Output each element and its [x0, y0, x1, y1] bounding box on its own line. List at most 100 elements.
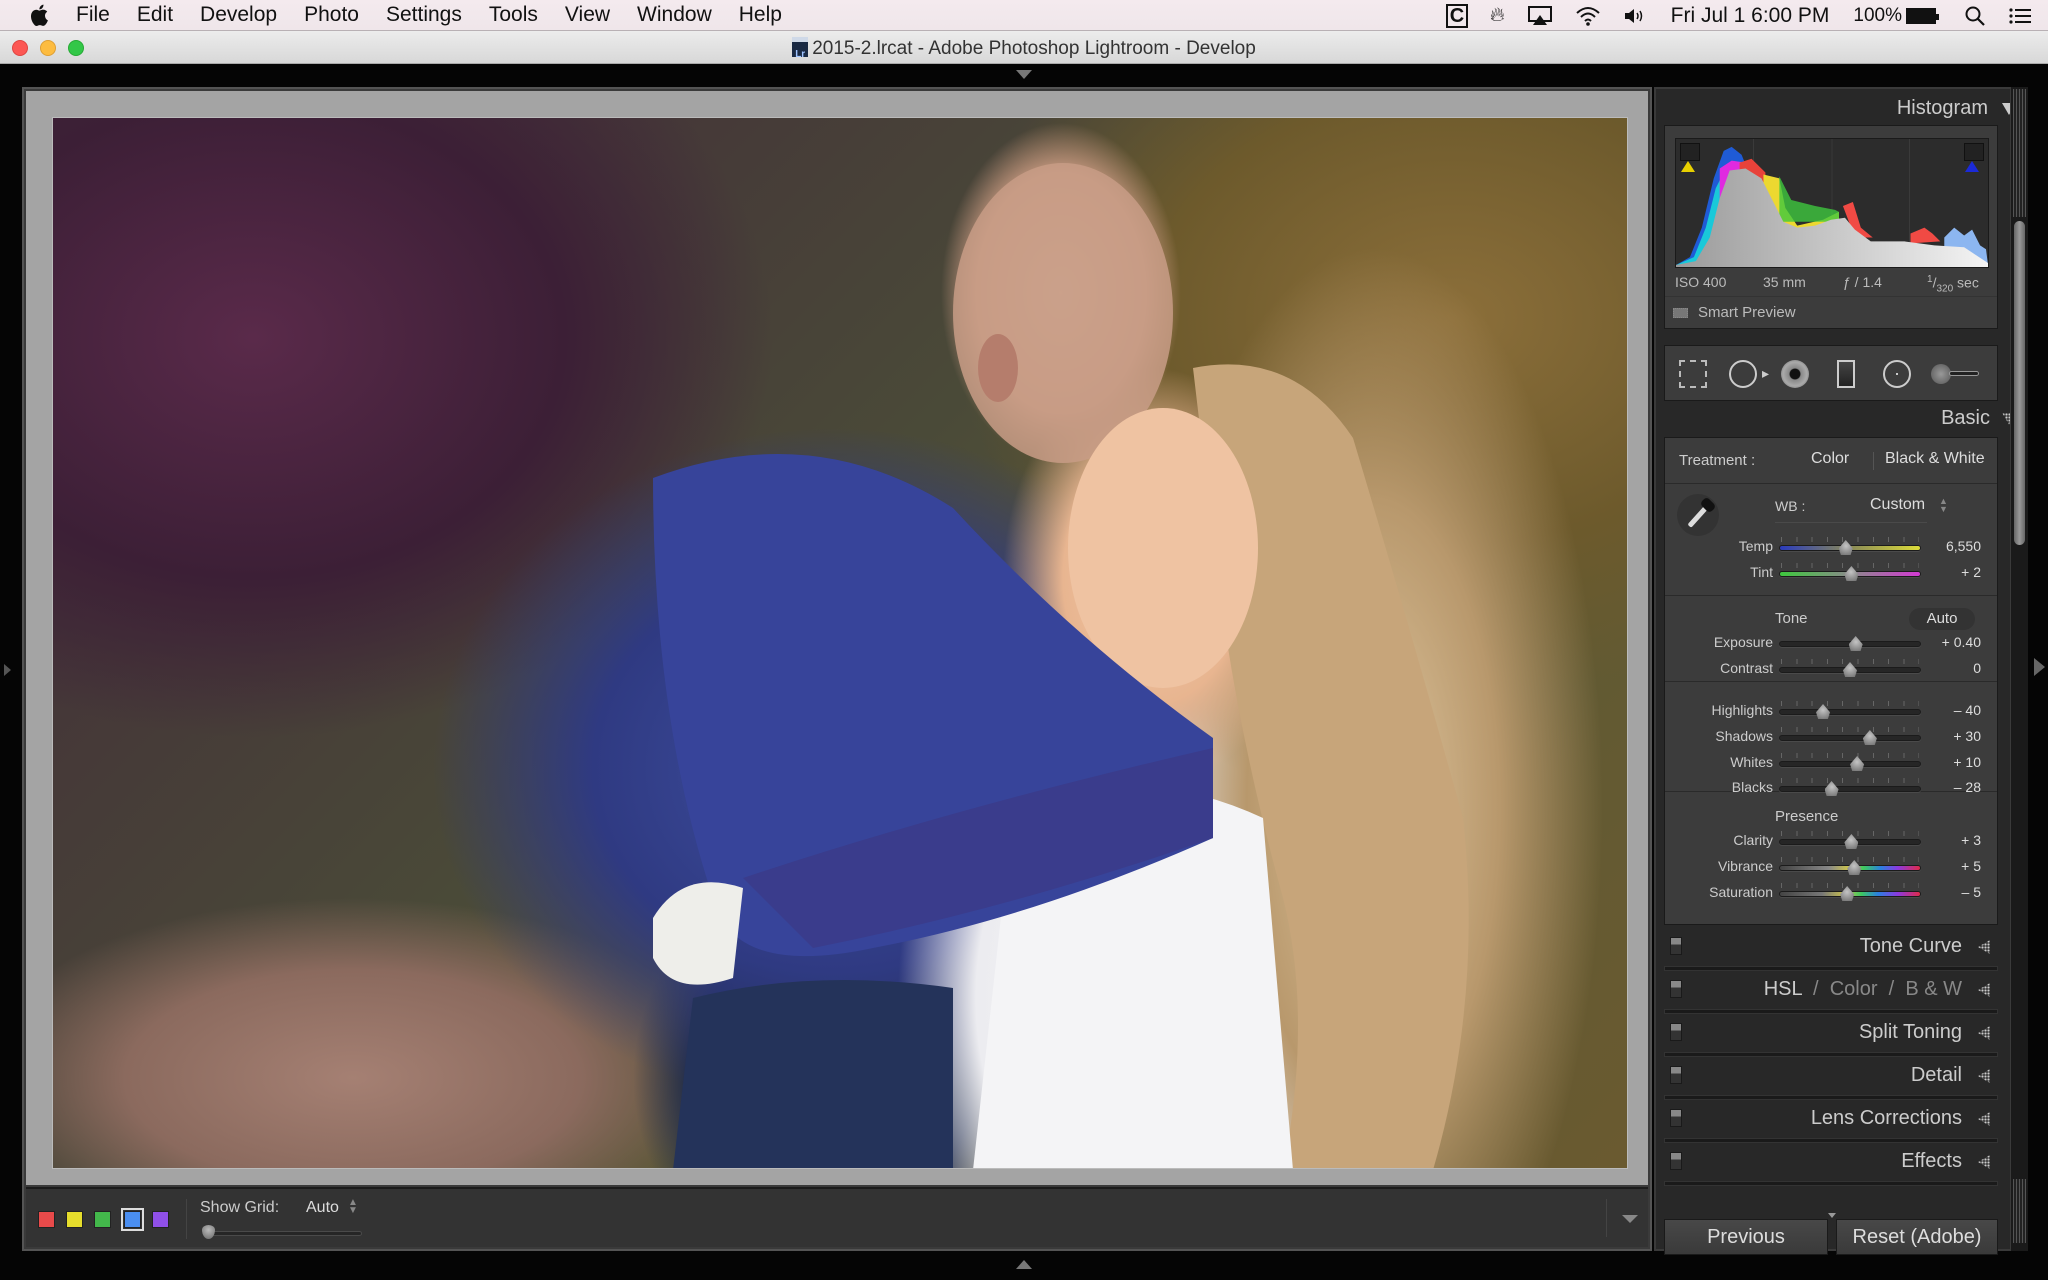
- expand-triangle-icon[interactable]: [1978, 983, 1990, 997]
- previous-button[interactable]: Previous: [1664, 1219, 1828, 1255]
- left-panel-toggle-icon[interactable]: [4, 664, 11, 676]
- menu-view[interactable]: View: [565, 3, 610, 27]
- reset-adobe-button[interactable]: Reset (Adobe): [1836, 1219, 1998, 1255]
- select-stepper-icon[interactable]: ▲ ▼: [348, 1198, 358, 1216]
- volume-icon[interactable]: [1623, 6, 1647, 26]
- crop-overlay-tool-icon[interactable]: [1679, 360, 1707, 388]
- menu-settings[interactable]: Settings: [386, 3, 462, 27]
- slider-thumb[interactable]: [1843, 662, 1857, 677]
- slider-thumb[interactable]: [1838, 540, 1853, 555]
- smart-preview-status[interactable]: Smart Preview: [1673, 304, 1796, 321]
- color-label-blue[interactable]: [121, 1208, 144, 1231]
- slider-value[interactable]: + 30: [1953, 728, 1981, 744]
- airplay-icon[interactable]: [1527, 5, 1553, 27]
- effects-panel-header[interactable]: Effects: [1664, 1146, 1998, 1186]
- highlight-clipping-warning-icon[interactable]: [1964, 143, 1984, 172]
- shadow-clipping-warning-icon[interactable]: [1680, 143, 1700, 172]
- slider-thumb[interactable]: [1844, 566, 1859, 581]
- select-stepper-icon[interactable]: ▲ ▼: [1939, 497, 1948, 514]
- clipboard-c-icon[interactable]: C: [1445, 3, 1468, 28]
- scrollbar-thumb[interactable]: [2014, 221, 2025, 545]
- slider-track[interactable]: [1779, 709, 1921, 715]
- menu-clock[interactable]: Fri Jul 1 6:00 PM: [1671, 4, 1830, 28]
- slider-thumb[interactable]: [1862, 730, 1877, 745]
- panel-toggle-switch[interactable]: [1670, 1066, 1682, 1084]
- notification-center-icon[interactable]: [2008, 6, 2032, 26]
- slider-value[interactable]: 0: [1973, 660, 1981, 676]
- graduated-filter-tool-icon[interactable]: [1837, 360, 1855, 388]
- spot-removal-tool-icon[interactable]: [1729, 360, 1769, 388]
- right-panel-toggle-icon[interactable]: [2034, 658, 2045, 676]
- slider-value[interactable]: – 40: [1954, 702, 1981, 718]
- expand-triangle-icon[interactable]: [1978, 940, 1990, 954]
- histogram-header[interactable]: Histogram: [1897, 97, 2016, 120]
- flame-icon[interactable]: 🔥︎: [1490, 4, 1505, 27]
- toolbar-content-menu-icon[interactable]: [1622, 1215, 1638, 1223]
- color-label-yellow[interactable]: [66, 1211, 83, 1228]
- bw-tab[interactable]: B & W: [1905, 978, 1962, 1000]
- panel-toggle-switch[interactable]: [1670, 1109, 1682, 1127]
- grid-opacity-thumb[interactable]: [202, 1225, 215, 1239]
- spotlight-search-icon[interactable]: [1964, 5, 1986, 27]
- filmstrip-toggle-icon[interactable]: [1016, 1260, 1032, 1269]
- color-tab[interactable]: Color: [1830, 978, 1878, 1000]
- slider-track[interactable]: [1779, 735, 1921, 741]
- detail-panel-header[interactable]: Detail: [1664, 1060, 1998, 1100]
- expand-triangle-icon[interactable]: [1978, 1069, 1990, 1083]
- expand-triangle-icon[interactable]: [1978, 1026, 1990, 1040]
- split-toning-panel-header[interactable]: Split Toning: [1664, 1017, 1998, 1057]
- histogram-graph[interactable]: [1675, 138, 1989, 268]
- slider-thumb[interactable]: [1840, 886, 1855, 901]
- menu-edit[interactable]: Edit: [137, 3, 173, 27]
- radial-filter-tool-icon[interactable]: [1883, 360, 1911, 388]
- show-grid-select[interactable]: Auto: [306, 1199, 339, 1217]
- color-label-red[interactable]: [38, 1211, 55, 1228]
- slider-track[interactable]: [1779, 761, 1921, 767]
- slider-thumb[interactable]: [1848, 636, 1863, 651]
- slider-thumb[interactable]: [1844, 834, 1859, 849]
- treatment-color-option[interactable]: Color: [1811, 450, 1849, 468]
- slider-value[interactable]: – 5: [1962, 884, 1981, 900]
- slider-value[interactable]: + 2: [1961, 564, 1981, 580]
- treatment-bw-option[interactable]: Black & White: [1885, 450, 1985, 468]
- expand-triangle-icon[interactable]: [1978, 1155, 1990, 1169]
- battery-charging-icon[interactable]: [1906, 7, 1939, 24]
- top-panel-toggle-icon[interactable]: [1016, 70, 1032, 79]
- menu-tools[interactable]: Tools: [489, 3, 538, 27]
- slider-value[interactable]: + 0.40: [1942, 634, 1981, 650]
- expand-triangle-icon[interactable]: [1978, 1112, 1990, 1126]
- slider-value[interactable]: + 10: [1953, 754, 1981, 770]
- slider-thumb[interactable]: [1850, 756, 1865, 771]
- right-panel-scrollbar[interactable]: [2010, 87, 2028, 1251]
- hsl-panel-header[interactable]: HSL / Color / B & W: [1664, 974, 1998, 1014]
- slider-thumb[interactable]: [1816, 704, 1831, 719]
- slider-thumb[interactable]: [1847, 860, 1862, 875]
- menu-photo[interactable]: Photo: [304, 3, 359, 27]
- panel-toggle-switch[interactable]: [1670, 1152, 1682, 1170]
- wb-select[interactable]: Custom: [1870, 496, 1925, 514]
- slider-value[interactable]: + 5: [1961, 858, 1981, 874]
- lens-corrections-panel-header[interactable]: Lens Corrections: [1664, 1103, 1998, 1143]
- menu-help[interactable]: Help: [739, 3, 782, 27]
- hsl-tab[interactable]: HSL: [1764, 978, 1802, 1000]
- photo-preview[interactable]: [52, 117, 1628, 1169]
- menu-file[interactable]: File: [76, 3, 110, 27]
- tone-curve-panel-header[interactable]: Tone Curve: [1664, 931, 1998, 971]
- adjustment-brush-tool-icon[interactable]: [1931, 360, 1983, 388]
- menu-window[interactable]: Window: [637, 3, 712, 27]
- apple-icon[interactable]: [30, 3, 52, 27]
- panel-toggle-switch[interactable]: [1670, 937, 1682, 955]
- slider-value[interactable]: 6,550: [1946, 538, 1981, 554]
- red-eye-correction-tool-icon[interactable]: [1781, 360, 1809, 388]
- grid-opacity-slider[interactable]: [204, 1231, 362, 1236]
- slider-value[interactable]: + 3: [1961, 832, 1981, 848]
- basic-header[interactable]: Basic: [1941, 407, 2016, 430]
- panel-toggle-switch[interactable]: [1670, 980, 1682, 998]
- color-label-purple[interactable]: [152, 1211, 169, 1228]
- menu-develop[interactable]: Develop: [200, 3, 277, 27]
- wifi-icon[interactable]: [1575, 5, 1601, 27]
- auto-tone-button[interactable]: Auto: [1909, 608, 1975, 630]
- white-balance-eyedropper-icon[interactable]: [1677, 494, 1719, 536]
- color-label-green[interactable]: [94, 1211, 111, 1228]
- panel-toggle-switch[interactable]: [1670, 1023, 1682, 1041]
